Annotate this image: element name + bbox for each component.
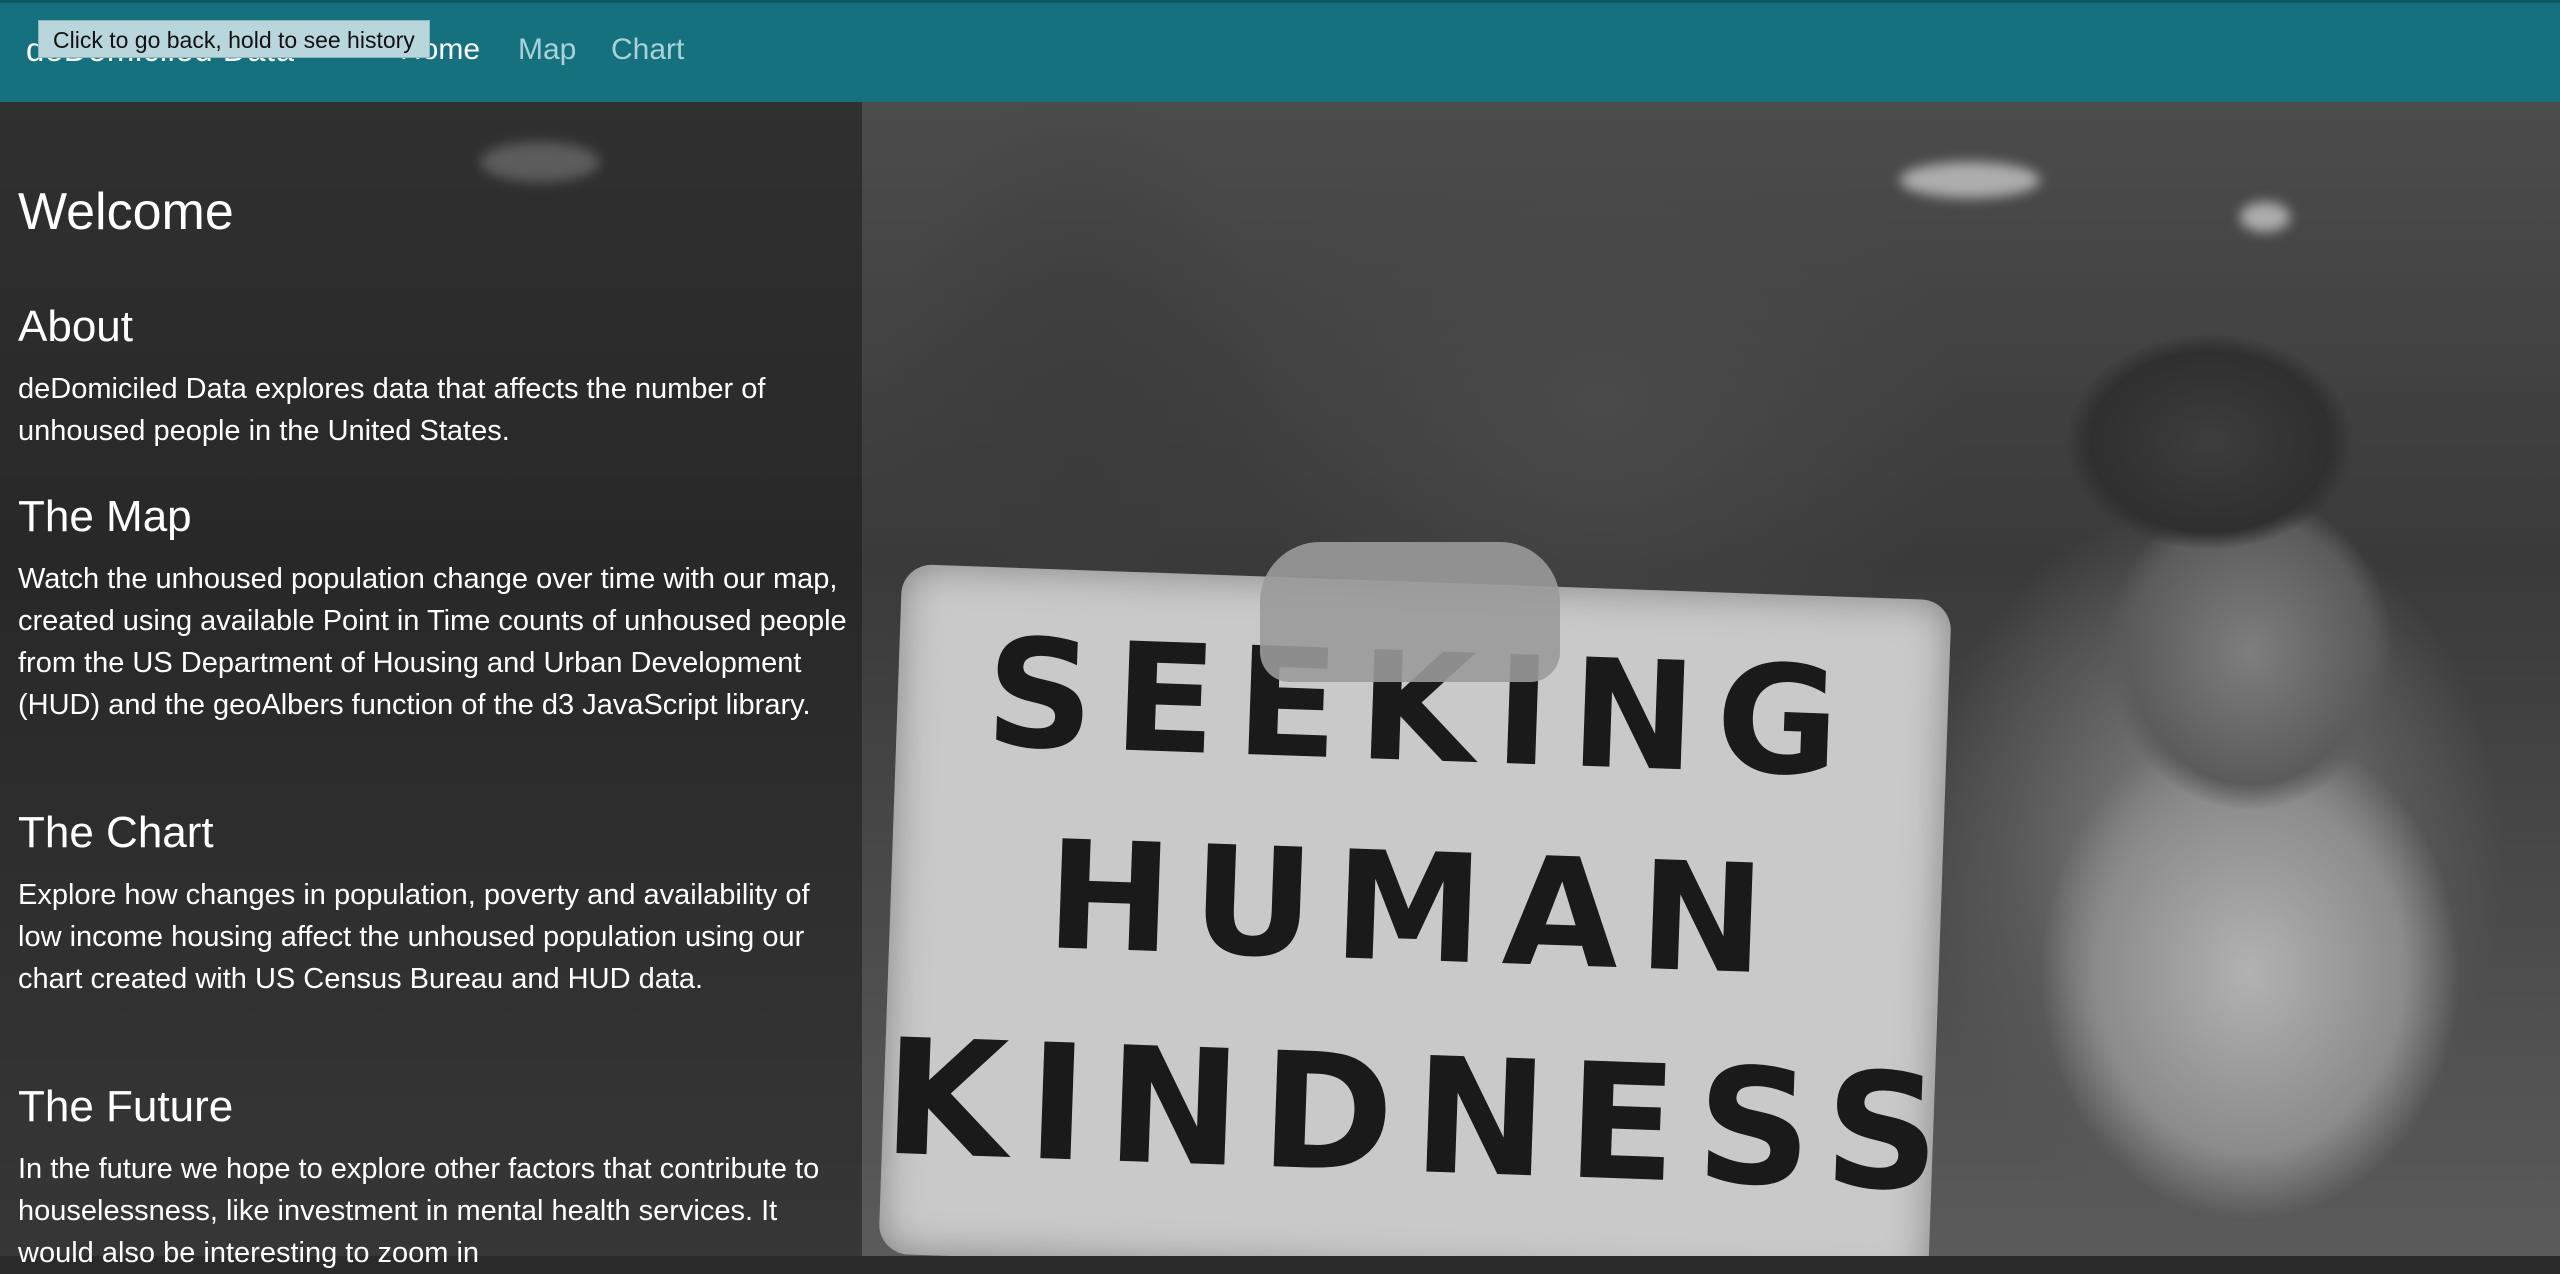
chart-heading: The Chart [18, 808, 214, 857]
future-text: In the future we hope to explore other f… [18, 1153, 820, 1269]
hand-holding-sign [1260, 542, 1560, 682]
man-with-beard [1920, 292, 2560, 1256]
sign-line-3: KINDNESS [880, 1003, 1964, 1229]
welcome-heading: Welcome [18, 183, 234, 241]
chart-text: Explore how changes in population, pover… [18, 879, 810, 995]
sign-line-2: HUMAN [1043, 809, 1788, 1009]
back-button-tooltip: Click to go back, hold to see history [38, 20, 430, 58]
map-text: Watch the unhoused population change ove… [18, 563, 847, 721]
intro-panel: Welcome About deDomiciled Data explores … [0, 102, 862, 1269]
about-heading: About [18, 302, 133, 351]
ceiling-light [2240, 202, 2290, 232]
nav-link-chart[interactable]: Chart [611, 33, 684, 67]
nav-link-map[interactable]: Map [518, 33, 576, 67]
ceiling-light [1900, 162, 2040, 198]
about-text: deDomiciled Data explores data that affe… [18, 373, 766, 447]
map-heading: The Map [18, 492, 192, 541]
future-heading: The Future [18, 1082, 234, 1131]
